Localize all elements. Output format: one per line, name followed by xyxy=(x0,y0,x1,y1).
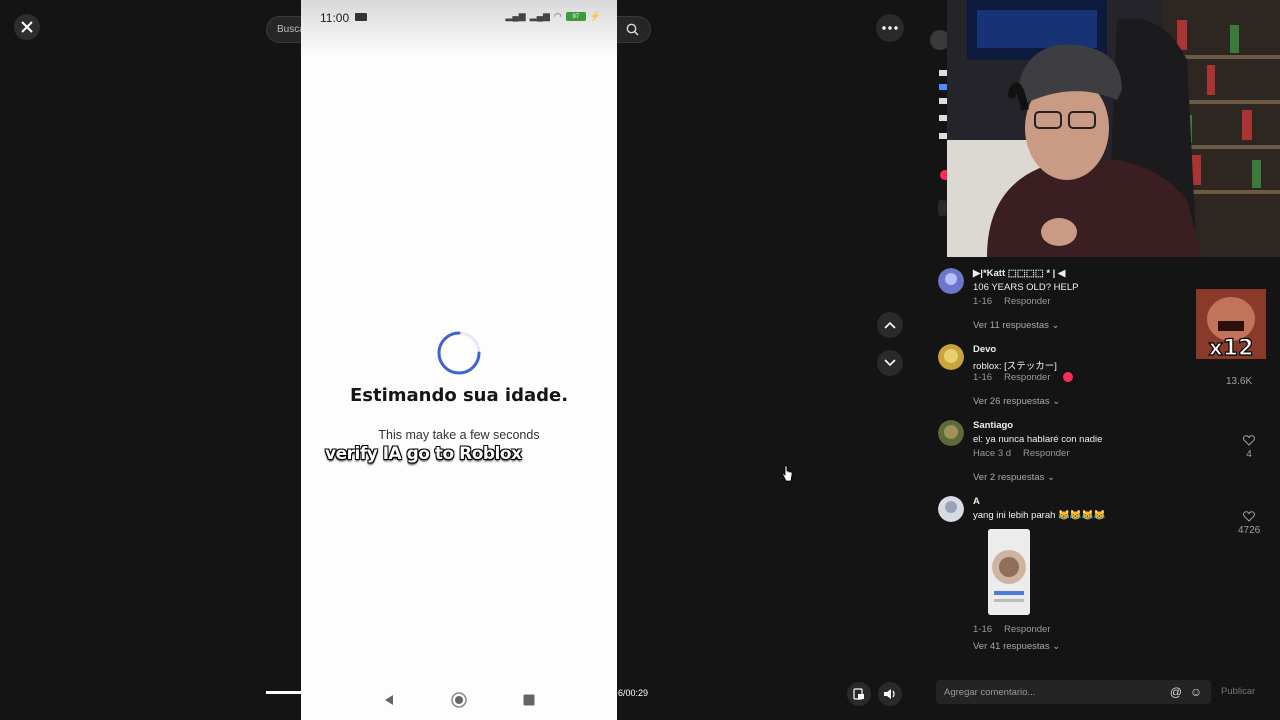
avatar[interactable] xyxy=(938,268,964,294)
next-video-button[interactable] xyxy=(877,350,903,376)
comment-author[interactable]: Devo xyxy=(973,344,996,355)
chevron-down-icon xyxy=(884,359,896,367)
reply-button[interactable]: Responder xyxy=(1004,296,1050,307)
pip-icon xyxy=(853,688,864,700)
charging-icon: ⚡ xyxy=(589,11,601,21)
comment-item: Santiago el: ya nunca hablaré con nadie … xyxy=(938,420,1228,483)
phone-screen-video[interactable]: 11:00 ▂▄▆ ▂▄▆ ◠ 97 ⚡ Estimando sua idade… xyxy=(301,0,617,720)
reply-button[interactable]: Responder xyxy=(1004,372,1050,383)
publish-button[interactable]: Publicar xyxy=(1221,686,1255,697)
creator-liked-badge-icon xyxy=(1062,372,1073,383)
reply-button[interactable]: Responder xyxy=(1004,624,1050,635)
home-icon xyxy=(451,692,467,708)
comment-date: 1-16 xyxy=(973,296,993,307)
comment-text: 106 YEARS OLD? HELP xyxy=(973,282,1079,293)
heart-icon xyxy=(1243,511,1255,522)
previous-video-button[interactable] xyxy=(877,312,903,338)
avatar[interactable] xyxy=(938,496,964,522)
status-time: 11:00 xyxy=(320,11,350,25)
picture-in-picture-button[interactable] xyxy=(847,682,871,706)
mention-icon[interactable]: @ xyxy=(1169,685,1183,699)
close-icon xyxy=(21,21,33,33)
comment-input-box[interactable]: @ ☺ xyxy=(936,680,1211,704)
phone-status-bar: 11:00 ▂▄▆ ▂▄▆ ◠ 97 ⚡ xyxy=(301,0,617,56)
signal-icon: ▂▄▆ xyxy=(529,11,550,21)
comment-image-thumbnail[interactable] xyxy=(988,529,1030,615)
more-options-button[interactable] xyxy=(876,14,904,42)
back-icon xyxy=(385,695,393,705)
like-count: 13.6K xyxy=(1226,376,1253,387)
view-replies-label: Ver 26 respuestas xyxy=(973,396,1050,407)
chevron-up-icon xyxy=(884,321,896,329)
like-button[interactable]: 4 xyxy=(1238,435,1260,460)
heart-icon xyxy=(1243,435,1255,446)
like-count: 4726 xyxy=(1238,525,1261,536)
reply-button[interactable]: Responder xyxy=(1023,448,1069,459)
hand-cursor-icon xyxy=(782,465,793,482)
comment-item: Devo roblox: [ステッカー] 1-16 Responder Ver 2… xyxy=(938,344,1228,407)
video-caption: verify IA go to Roblox xyxy=(325,444,522,464)
phone-nav-bar xyxy=(301,688,617,712)
close-button[interactable] xyxy=(14,14,40,40)
volume-icon xyxy=(884,689,895,699)
volume-button[interactable] xyxy=(878,682,902,706)
age-estimation-title: Estimando sua idade. xyxy=(349,385,569,406)
video-progress-bar[interactable] xyxy=(266,691,302,694)
recents-icon xyxy=(523,694,535,706)
age-estimation-subtitle: This may take a few seconds xyxy=(378,428,540,442)
comment-text: yang ini lebih parah 😹😹😹😹 xyxy=(973,510,1106,521)
chevron-down-icon: ⌄ xyxy=(1051,320,1060,331)
comment-author[interactable]: Santiago xyxy=(973,420,1013,431)
comment-item: A yang ini lebih parah 😹😹😹😹 1-16 Responde… xyxy=(938,496,1228,656)
loading-spinner xyxy=(437,331,481,375)
comment-date: 1-16 xyxy=(973,372,993,383)
streamer-webcam-overlay xyxy=(947,0,1280,257)
battery-icon: 97 xyxy=(565,12,586,21)
view-replies-button[interactable]: Ver 2 respuestas ⌄ xyxy=(973,472,1055,483)
view-replies-button[interactable]: Ver 11 respuestas ⌄ xyxy=(973,320,1059,331)
video-time: 6/00:29 xyxy=(618,688,649,698)
wifi-icon: ◠ xyxy=(553,11,562,21)
view-replies-button[interactable]: Ver 26 respuestas ⌄ xyxy=(973,396,1060,407)
chevron-down-icon: ⌄ xyxy=(1046,472,1055,483)
view-replies-button[interactable]: Ver 41 respuestas ⌄ xyxy=(973,641,1060,652)
like-count: 4 xyxy=(1246,449,1252,460)
comment-date: 1-16 xyxy=(973,624,993,635)
search-icon[interactable] xyxy=(624,22,640,38)
chevron-down-icon: ⌄ xyxy=(1052,396,1061,407)
emoji-icon[interactable]: ☺ xyxy=(1189,685,1203,699)
comment-date: Hace 3 d xyxy=(973,448,1012,459)
comment-input[interactable] xyxy=(944,686,1163,698)
more-icon xyxy=(882,26,898,30)
comment-author[interactable]: A xyxy=(973,496,980,507)
comment-author[interactable]: ▶|*Katt ⬚⬚⬚⬚ * | ◀ xyxy=(973,268,1065,279)
like-button[interactable]: 4726 xyxy=(1238,511,1260,536)
signal-icon: ▂▄▆ xyxy=(505,11,526,21)
author-info-strip xyxy=(930,30,947,216)
comment-text: el: ya nunca hablaré con nadie xyxy=(973,434,1103,445)
view-replies-label: Ver 41 respuestas xyxy=(973,641,1050,652)
comment-item: ▶|*Katt ⬚⬚⬚⬚ * | ◀ 106 YEARS OLD? HELP 1… xyxy=(938,268,1228,331)
chevron-down-icon: ⌄ xyxy=(1052,641,1061,652)
avatar[interactable] xyxy=(938,344,964,370)
comment-text: roblox: [ステッカー] xyxy=(973,361,1057,372)
camera-record-icon xyxy=(355,13,367,21)
view-replies-label: Ver 11 respuestas xyxy=(973,320,1049,331)
avatar[interactable] xyxy=(938,420,964,446)
view-replies-label: Ver 2 respuestas xyxy=(973,472,1045,483)
